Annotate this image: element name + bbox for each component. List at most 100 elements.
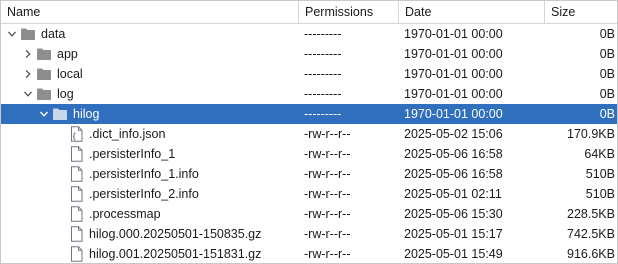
- tree-row-size: 0B: [599, 47, 615, 61]
- tree-row-permissions: -rw-r--r--: [304, 227, 351, 241]
- tree-row-label: log: [57, 87, 74, 101]
- tree-row-date: 1970-01-01 00:00: [404, 87, 503, 101]
- tree-row-name-cell: local: [1, 64, 299, 84]
- tree-rows: data --------- 1970-01-01 00:00 0B app ------…: [1, 24, 617, 264]
- chevron-down-icon[interactable]: [21, 84, 35, 104]
- tree-row-label: data: [41, 27, 66, 41]
- column-header-size[interactable]: Size: [545, 1, 617, 23]
- folder-icon: [35, 44, 53, 64]
- tree-row-date: 2025-05-01 02:11: [404, 187, 502, 201]
- tree-row-name-cell: .persisterInfo_2.info: [1, 184, 299, 204]
- tree-row-date: 2025-05-06 15:30: [404, 207, 503, 221]
- tree-row-date: 1970-01-01 00:00: [404, 107, 503, 121]
- tree-row-date: 1970-01-01 00:00: [404, 67, 503, 81]
- tree-row[interactable]: hilog.001.20250501-151831.gz -rw-r--r-- 20…: [1, 244, 617, 264]
- tree-row-label: .persisterInfo_1: [89, 147, 176, 161]
- tree-row-permissions: -rw-r--r--: [304, 167, 351, 181]
- tree-row-size: 0B: [599, 107, 615, 121]
- tree-row-label: .dict_info.json: [89, 127, 166, 141]
- column-header-permissions[interactable]: Permissions: [299, 1, 399, 23]
- file-icon: [67, 164, 85, 184]
- tree-row-label: .persisterInfo_1.info: [89, 167, 199, 181]
- tree-row-date: 1970-01-01 00:00: [404, 27, 503, 41]
- tree-row-name-cell: .dict_info.json: [1, 124, 299, 144]
- tree-row-name-cell: hilog.001.20250501-151831.gz: [1, 244, 299, 264]
- tree-row-date: 2025-05-01 15:49: [404, 247, 503, 261]
- tree-row[interactable]: .dict_info.json -rw-r--r-- 2025-05-02 15:0…: [1, 124, 617, 144]
- tree-row-permissions: ---------: [304, 27, 342, 41]
- tree-row-name-cell: hilog.000.20250501-150835.gz: [1, 224, 299, 244]
- tree-row-size: 0B: [599, 67, 615, 81]
- column-header-date[interactable]: Date: [399, 1, 545, 23]
- tree-row-permissions: -rw-r--r--: [304, 147, 351, 161]
- tree-row-date: 2025-05-01 15:17: [404, 227, 503, 241]
- tree-row-date: 1970-01-01 00:00: [404, 47, 503, 61]
- tree-row-name-cell: .processmap: [1, 204, 299, 224]
- tree-row-label: app: [57, 47, 78, 61]
- tree-row[interactable]: app --------- 1970-01-01 00:00 0B: [1, 44, 617, 64]
- chevron-right-icon[interactable]: [21, 44, 35, 64]
- tree-row[interactable]: local --------- 1970-01-01 00:00 0B: [1, 64, 617, 84]
- toggle-spacer: [53, 184, 67, 204]
- tree-row-permissions: -rw-r--r--: [304, 207, 351, 221]
- tree-row-label: hilog.000.20250501-150835.gz: [89, 227, 262, 241]
- tree-row-permissions: -rw-r--r--: [304, 247, 351, 261]
- tree-row-size: 0B: [599, 27, 615, 41]
- folder-icon: [35, 64, 53, 84]
- tree-row-label: hilog: [73, 107, 100, 121]
- tree-row[interactable]: hilog --------- 1970-01-01 00:00 0B: [1, 104, 617, 124]
- tree-row-date: 2025-05-06 16:58: [404, 167, 503, 181]
- toggle-spacer: [53, 204, 67, 224]
- tree-row[interactable]: .persisterInfo_2.info -rw-r--r-- 2025-05-0…: [1, 184, 617, 204]
- tree-row[interactable]: .persisterInfo_1.info -rw-r--r-- 2025-05-0…: [1, 164, 617, 184]
- tree-row-date: 2025-05-06 16:58: [404, 147, 503, 161]
- tree-row-name-cell: data: [1, 24, 299, 44]
- file-tree-view: Name Permissions Date Size data ---------…: [0, 0, 618, 264]
- file-icon: [67, 224, 85, 244]
- tree-row-date: 2025-05-02 15:06: [404, 127, 503, 141]
- tree-row-name-cell: app: [1, 44, 299, 64]
- column-header-row: Name Permissions Date Size: [1, 1, 617, 24]
- tree-row-size: 742.5KB: [567, 227, 615, 241]
- tree-row-name-cell: .persisterInfo_1.info: [1, 164, 299, 184]
- json-file-icon: [67, 124, 85, 144]
- tree-row-size: 0B: [599, 87, 615, 101]
- chevron-down-icon[interactable]: [5, 24, 19, 44]
- tree-row[interactable]: .processmap -rw-r--r-- 2025-05-06 15:30 228…: [1, 204, 617, 224]
- chevron-down-icon[interactable]: [37, 104, 51, 124]
- file-icon: [67, 244, 85, 264]
- tree-row-label: local: [57, 67, 83, 81]
- tree-row-permissions: ---------: [304, 67, 342, 81]
- tree-row[interactable]: data --------- 1970-01-01 00:00 0B: [1, 24, 617, 44]
- tree-row-size: 510B: [585, 167, 615, 181]
- tree-row-permissions: ---------: [304, 87, 342, 101]
- tree-row-size: 170.9KB: [567, 127, 615, 141]
- toggle-spacer: [53, 144, 67, 164]
- tree-row-size: 510B: [585, 187, 615, 201]
- folder-icon: [19, 24, 37, 44]
- tree-row[interactable]: hilog.000.20250501-150835.gz -rw-r--r-- 20…: [1, 224, 617, 244]
- column-header-name[interactable]: Name: [1, 1, 299, 23]
- file-icon: [67, 184, 85, 204]
- tree-row-name-cell: log: [1, 84, 299, 104]
- tree-row-permissions: ---------: [304, 107, 342, 121]
- tree-row-permissions: -rw-r--r--: [304, 127, 351, 141]
- tree-row-name-cell: hilog: [1, 104, 299, 124]
- tree-row-label: .persisterInfo_2.info: [89, 187, 199, 201]
- toggle-spacer: [53, 244, 67, 264]
- toggle-spacer: [53, 164, 67, 184]
- chevron-right-icon[interactable]: [21, 64, 35, 84]
- tree-row[interactable]: .persisterInfo_1 -rw-r--r-- 2025-05-06 16:…: [1, 144, 617, 164]
- toggle-spacer: [53, 124, 67, 144]
- tree-row-size: 916.6KB: [567, 247, 615, 261]
- file-icon: [67, 204, 85, 224]
- tree-row-label: .processmap: [89, 207, 161, 221]
- tree-row-size: 228.5KB: [567, 207, 615, 221]
- tree-row-name-cell: .persisterInfo_1: [1, 144, 299, 164]
- tree-row[interactable]: log --------- 1970-01-01 00:00 0B: [1, 84, 617, 104]
- tree-row-permissions: ---------: [304, 47, 342, 61]
- folder-icon: [51, 104, 69, 124]
- tree-row-size: 64KB: [584, 147, 615, 161]
- folder-icon: [35, 84, 53, 104]
- tree-row-permissions: -rw-r--r--: [304, 187, 351, 201]
